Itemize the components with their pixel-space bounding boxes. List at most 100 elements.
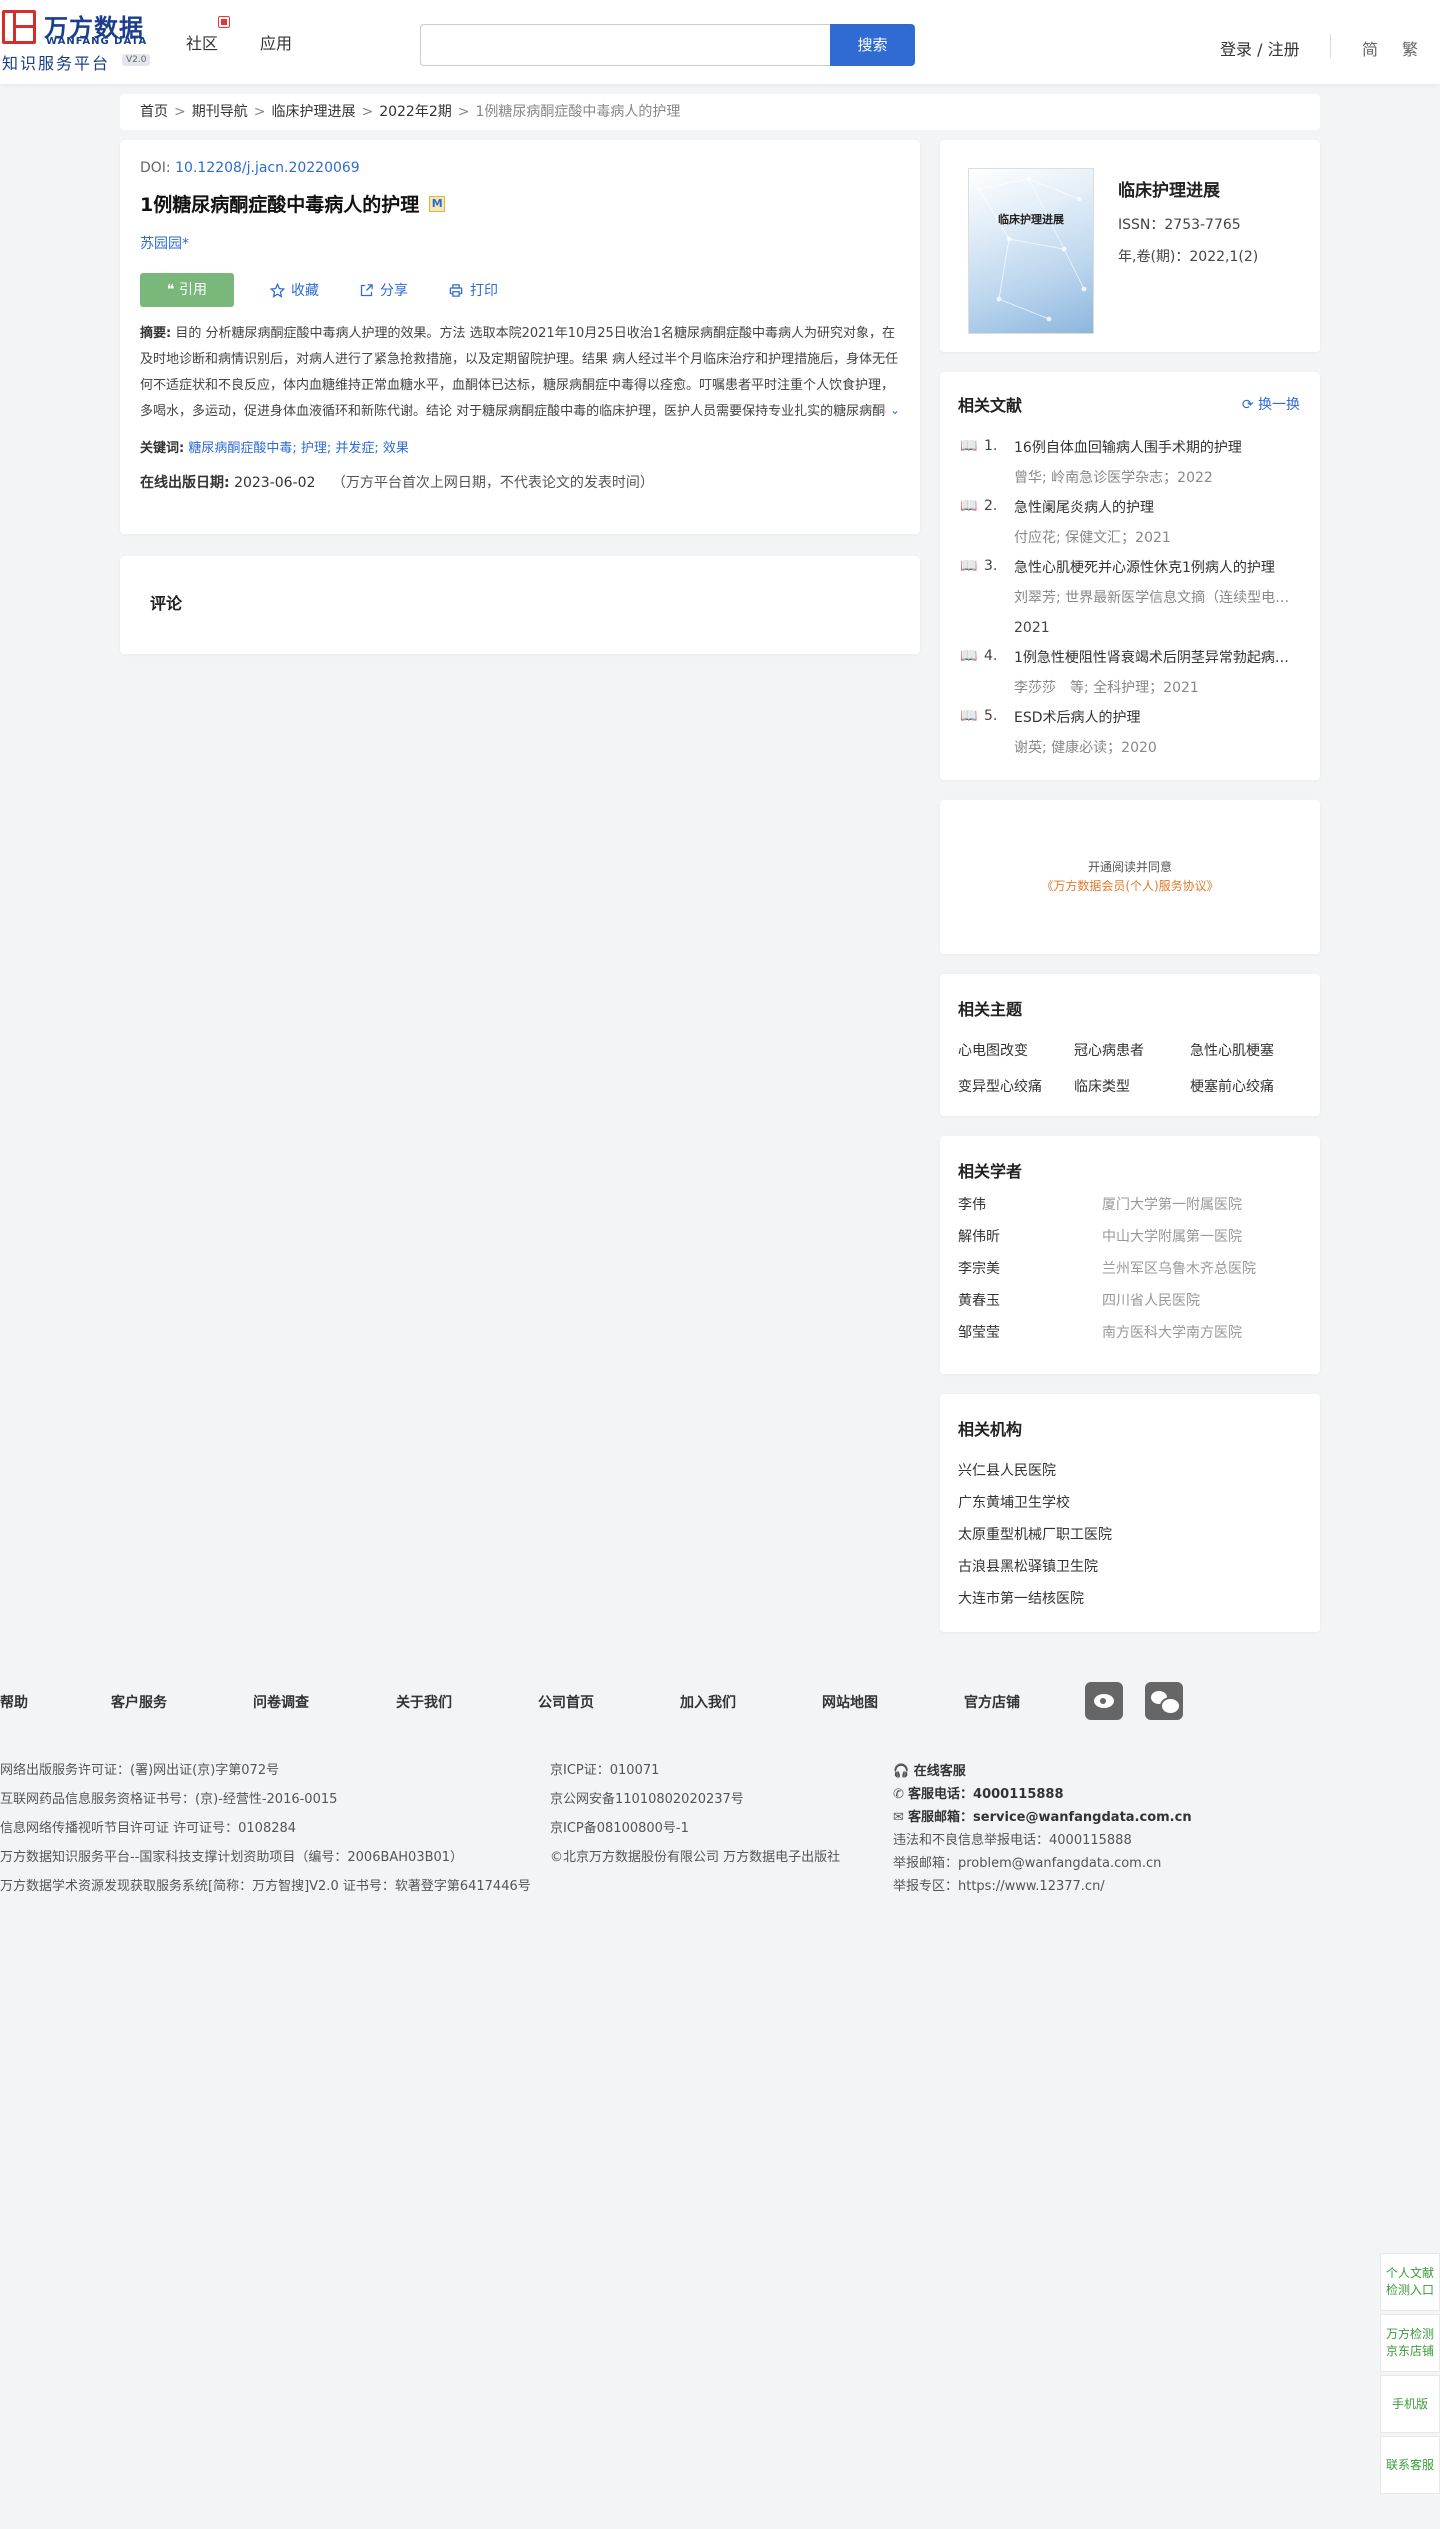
related-year: 2021 (1014, 620, 1050, 636)
breadcrumb-journal[interactable]: 临床护理进展 (271, 104, 355, 120)
related-title-link[interactable]: 1例急性梗阻性肾衰竭术后阴茎异常勃起病… (1014, 648, 1302, 668)
scholar-row: 邹莹莹 南方医科大学南方医院 (958, 1322, 1302, 1342)
scholar-org[interactable]: 四川省人民医院 (1102, 1290, 1200, 1310)
login-register-link[interactable]: 登录 / 注册 (1220, 36, 1300, 60)
wanfang-logo[interactable]: 万方数据 WANFANG DATA 知识服务平台 V2.0 (0, 6, 160, 74)
related-title-link[interactable]: 急性心肌梗死并心源性休克1例病人的护理 (1014, 558, 1302, 578)
report-phone: 违法和不良信息举报电话：4000115888 (893, 1833, 1132, 1848)
expand-chevron-icon[interactable]: ⌄ (885, 397, 900, 423)
footer-link-store[interactable]: 官方店铺 (964, 1692, 1020, 1712)
journal-volume: 年,卷(期)：2022,1(2) (1118, 249, 1259, 265)
footer-link-help[interactable]: 帮助 (0, 1692, 28, 1712)
cite-button[interactable]: ❝ 引用 (140, 273, 234, 307)
related-num: 2. (984, 498, 998, 514)
org-link[interactable]: 兴仁县人民医院 (958, 1460, 1302, 1480)
lang-simplified[interactable]: 简 (1362, 36, 1378, 60)
license-line: 互联网药品信息服务资格证书号：(京)-经营性-2016-0015 (0, 1792, 338, 1807)
journal-name-link[interactable]: 临床护理进展 (1118, 176, 1220, 201)
print-button[interactable]: 打印 (448, 280, 498, 300)
printer-icon (449, 283, 463, 297)
footer-link-about[interactable]: 关于我们 (396, 1692, 452, 1712)
breadcrumb-journal-nav[interactable]: 期刊导航 (192, 104, 248, 120)
side-mobile[interactable]: 手机版 (1380, 2375, 1440, 2433)
breadcrumb-issue[interactable]: 2022年2期 (379, 104, 452, 120)
related-literature-card: 相关文献 ⟳ 换一换 📖 1. 16例自体血回输病人围手术期的护理 曾华; 岭南… (940, 372, 1320, 780)
refresh-button[interactable]: ⟳ 换一换 (1242, 394, 1300, 414)
service-agreement-link[interactable]: 《万方数据会员(个人)服务协议》 (940, 877, 1320, 894)
related-item: 📖 3. 急性心肌梗死并心源性休克1例病人的护理 刘翠芳; 世界最新医学信息文摘… (958, 558, 1302, 638)
org-link[interactable]: 广东黄埔卫生学校 (958, 1492, 1302, 1512)
related-title-link[interactable]: 16例自体血回输病人围手术期的护理 (1014, 438, 1302, 458)
author-link[interactable]: 苏园园* (140, 233, 900, 253)
scholar-row: 黄春玉 四川省人民医院 (958, 1290, 1302, 1310)
side-plagiarism-entry[interactable]: 个人文献检测入口 (1380, 2253, 1440, 2311)
doi-link[interactable]: 10.12208/j.jacn.20220069 (175, 160, 360, 176)
side-jd-store[interactable]: 万方检测京东店铺 (1380, 2314, 1440, 2372)
cover-network-pattern (976, 176, 1087, 322)
quote-icon: ❝ (167, 282, 179, 298)
scholar-org[interactable]: 南方医科大学南方医院 (1102, 1322, 1242, 1342)
footer-link-join[interactable]: 加入我们 (680, 1692, 736, 1712)
online-service-link[interactable]: 🎧 在线客服 (893, 1760, 1192, 1783)
footer-link-company[interactable]: 公司首页 (538, 1692, 594, 1712)
open-read-card: 开通阅读并同意 《万方数据会员(个人)服务协议》 (940, 800, 1320, 954)
refresh-icon: ⟳ (1241, 397, 1258, 413)
header-divider (1330, 34, 1331, 58)
related-topics-card: 相关主题 心电图改变 冠心病患者 急性心肌梗塞 变异型心绞痛 临床类型 梗塞前心… (940, 974, 1320, 1116)
report-zone[interactable]: 举报专区：https://www.12377.cn/ (893, 1875, 1192, 1898)
nav-community[interactable]: 社区 (186, 30, 218, 54)
footer-link-customer-service[interactable]: 客户服务 (111, 1692, 167, 1712)
search-input[interactable] (420, 24, 830, 66)
nav-apps[interactable]: 应用 (260, 30, 292, 54)
email-value[interactable]: service@wanfangdata.com.cn (973, 1810, 1192, 1825)
side-contact-service[interactable]: 联系客服 (1380, 2436, 1440, 2494)
phone-label: 客服电话： (908, 1787, 974, 1802)
org-link[interactable]: 太原重型机械厂职工医院 (958, 1524, 1302, 1544)
refresh-label: 换一换 (1258, 397, 1300, 413)
share-button[interactable]: 分享 (359, 280, 408, 300)
scholar-name[interactable]: 李宗美 (958, 1258, 1102, 1278)
topics-grid: 心电图改变 冠心病患者 急性心肌梗塞 变异型心绞痛 临床类型 梗塞前心绞痛 (958, 1040, 1302, 1096)
org-link[interactable]: 古浪县黑松驿镇卫生院 (958, 1556, 1302, 1576)
scholar-name[interactable]: 李伟 (958, 1194, 1102, 1214)
article-title: 1例糖尿病酮症酸中毒病人的护理 (140, 194, 420, 216)
book-icon: 📖 (960, 708, 978, 724)
phone-icon: ✆ (893, 1787, 909, 1802)
journal-issn: ISSN：2753-7765 (1118, 217, 1241, 233)
weibo-icon[interactable] (1085, 1682, 1123, 1720)
scholar-name[interactable]: 黄春玉 (958, 1290, 1102, 1310)
scholars-title: 相关学者 (958, 1162, 1023, 1181)
online-service-label: 在线客服 (913, 1764, 966, 1779)
topic-link[interactable]: 临床类型 (1074, 1076, 1190, 1096)
topic-link[interactable]: 梗塞前心绞痛 (1190, 1076, 1306, 1096)
lang-traditional[interactable]: 繁 (1402, 36, 1418, 60)
topic-link[interactable]: 急性心肌梗塞 (1190, 1040, 1306, 1060)
topic-link[interactable]: 心电图改变 (958, 1040, 1074, 1060)
scholar-org[interactable]: 厦门大学第一附属医院 (1102, 1194, 1242, 1214)
related-title-link[interactable]: 急性阑尾炎病人的护理 (1014, 498, 1302, 518)
related-title-link[interactable]: ESD术后病人的护理 (1014, 708, 1302, 728)
breadcrumb-home[interactable]: 首页 (140, 104, 168, 120)
icp-line: ©北京万方数据股份有限公司 万方数据电子出版社 (550, 1850, 841, 1865)
topic-link[interactable]: 变异型心绞痛 (958, 1076, 1074, 1096)
footer-link-sitemap[interactable]: 网站地图 (822, 1692, 878, 1712)
related-meta: 李莎莎 等; 全科护理；2021 (1014, 680, 1199, 696)
journal-cover-image[interactable]: 临床护理进展 (968, 168, 1094, 334)
report-email: 举报邮箱：problem@wanfangdata.com.cn (893, 1856, 1162, 1871)
scholar-org[interactable]: 中山大学附属第一医院 (1102, 1226, 1242, 1246)
scholar-org[interactable]: 兰州军区乌鲁木齐总医院 (1102, 1258, 1256, 1278)
org-link[interactable]: 大连市第一结核医院 (958, 1588, 1302, 1608)
collect-button[interactable]: 收藏 (270, 280, 319, 300)
star-icon (270, 282, 285, 298)
wechat-icon[interactable] (1145, 1682, 1183, 1720)
scholar-name[interactable]: 解伟昕 (958, 1226, 1102, 1246)
related-num: 5. (984, 708, 998, 724)
keywords-row: 关键词: 糖尿病酮症酸中毒; 护理; 并发症; 效果 (140, 437, 900, 456)
keywords-links[interactable]: 糖尿病酮症酸中毒; 护理; 并发症; 效果 (188, 441, 409, 456)
footer-link-survey[interactable]: 问卷调查 (253, 1692, 309, 1712)
topic-link[interactable]: 冠心病患者 (1074, 1040, 1190, 1060)
related-item: 📖 2. 急性阑尾炎病人的护理 付应花; 保健文汇；2021 (958, 498, 1302, 548)
scholar-name[interactable]: 邹莹莹 (958, 1322, 1102, 1342)
search-button[interactable]: 搜索 (830, 24, 915, 66)
abstract-text: 目的 分析糖尿病酮症酸中毒病人护理的效果。方法 选取本院2021年10月25日收… (140, 326, 899, 419)
